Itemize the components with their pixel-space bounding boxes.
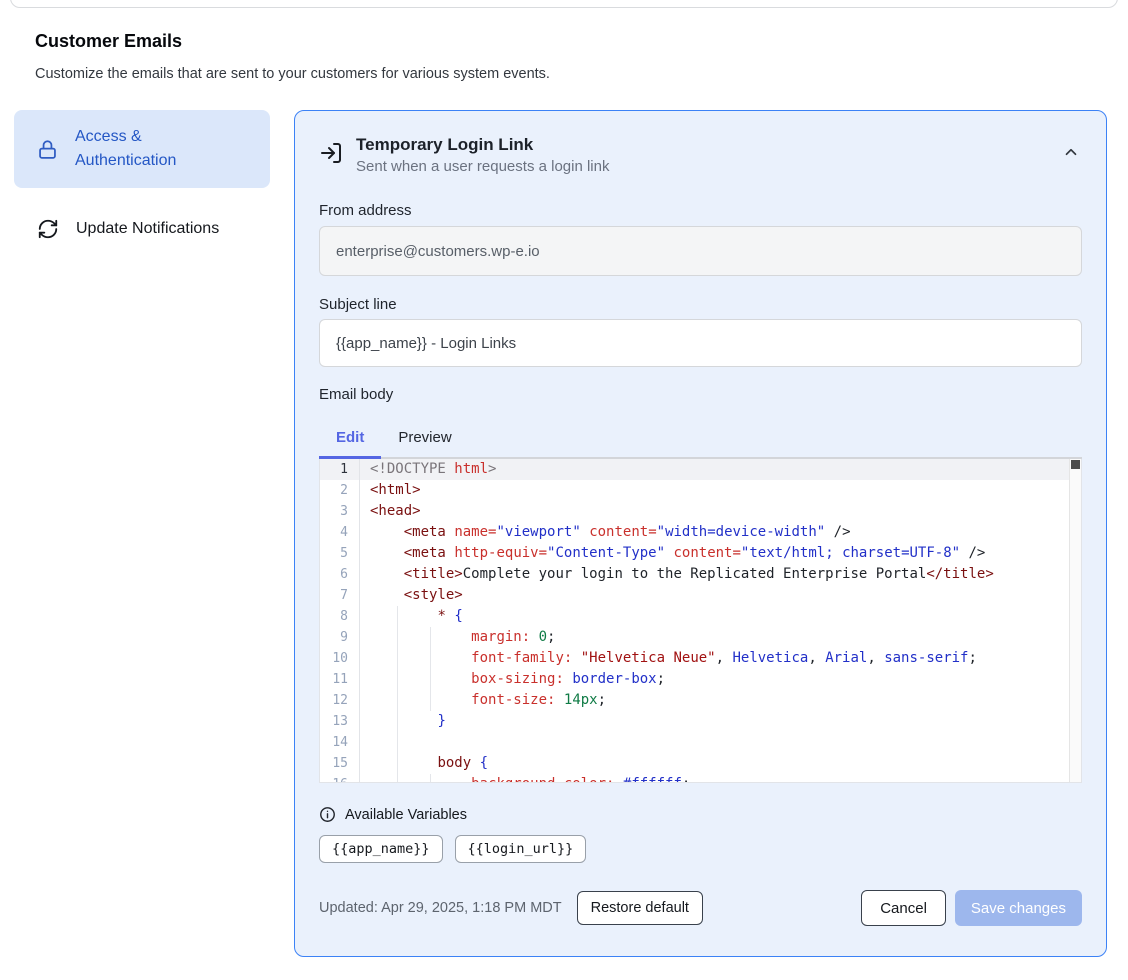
indent-guide bbox=[430, 774, 431, 783]
indent-guide bbox=[430, 669, 431, 690]
email-types-sidebar: Access & Authentication Update Notificat… bbox=[14, 110, 270, 255]
sidebar-item-access-authentication[interactable]: Access & Authentication bbox=[14, 110, 270, 188]
chevron-up-icon bbox=[1062, 143, 1080, 161]
indent-guide bbox=[397, 690, 398, 711]
code-line: 15 body { bbox=[320, 753, 1081, 774]
code-line: 3<head> bbox=[320, 501, 1081, 522]
code-line: 1<!DOCTYPE html> bbox=[320, 459, 1081, 480]
previous-card-bottom-edge bbox=[10, 0, 1118, 8]
line-number: 10 bbox=[320, 648, 360, 669]
collapse-panel-button[interactable] bbox=[1062, 143, 1080, 161]
tab-edit[interactable]: Edit bbox=[319, 419, 381, 459]
line-number: 4 bbox=[320, 522, 360, 543]
customer-emails-page: Customer Emails Customize the emails tha… bbox=[0, 0, 1128, 980]
line-number: 14 bbox=[320, 732, 360, 753]
sidebar-item-label: Access & Authentication bbox=[75, 125, 215, 173]
email-body-tabs: Edit Preview bbox=[319, 419, 1082, 459]
panel-title: Temporary Login Link bbox=[356, 135, 609, 155]
indent-guide bbox=[397, 669, 398, 690]
available-variables-label: Available Variables bbox=[345, 807, 467, 823]
variable-chip[interactable]: {{app_name}} bbox=[319, 835, 443, 863]
cancel-button[interactable]: Cancel bbox=[861, 890, 946, 926]
refresh-icon bbox=[37, 218, 59, 240]
line-number: 12 bbox=[320, 690, 360, 711]
temporary-login-link-panel: Temporary Login Link Sent when a user re… bbox=[294, 110, 1107, 957]
indent-guide bbox=[397, 711, 398, 732]
tab-preview[interactable]: Preview bbox=[381, 419, 468, 457]
variable-chips: {{app_name}} {{login_url}} bbox=[319, 835, 1082, 863]
restore-default-button[interactable]: Restore default bbox=[577, 891, 703, 925]
code-line: 4 <meta name="viewport" content="width=d… bbox=[320, 522, 1081, 543]
code-line: 11 box-sizing: border-box; bbox=[320, 669, 1081, 690]
code-line: 16 background-color: #ffffff; bbox=[320, 774, 1081, 783]
line-number: 16 bbox=[320, 774, 360, 783]
sidebar-item-update-notifications[interactable]: Update Notifications bbox=[14, 203, 270, 255]
indent-guide bbox=[397, 753, 398, 774]
code-line: 13 } bbox=[320, 711, 1081, 732]
indent-guide bbox=[397, 648, 398, 669]
line-number: 15 bbox=[320, 753, 360, 774]
from-address-label: From address bbox=[319, 202, 1082, 222]
subject-line-label: Subject line bbox=[319, 296, 1082, 316]
line-number: 13 bbox=[320, 711, 360, 732]
line-number: 5 bbox=[320, 543, 360, 564]
variable-chip[interactable]: {{login_url}} bbox=[455, 835, 587, 863]
line-number: 11 bbox=[320, 669, 360, 690]
line-number: 1 bbox=[320, 459, 360, 480]
info-icon bbox=[319, 806, 336, 823]
editor-vertical-scrollbar[interactable] bbox=[1069, 459, 1081, 782]
code-line: 5 <meta http-equiv="Content-Type" conten… bbox=[320, 543, 1081, 564]
code-line: 14 bbox=[320, 732, 1081, 753]
code-line: 2<html> bbox=[320, 480, 1081, 501]
email-body-label: Email body bbox=[319, 386, 1082, 406]
indent-guide bbox=[397, 732, 398, 753]
line-number: 2 bbox=[320, 480, 360, 501]
panel-footer: Updated: Apr 29, 2025, 1:18 PM MDT Resto… bbox=[319, 890, 1082, 926]
code-line: 10 font-family: "Helvetica Neue", Helvet… bbox=[320, 648, 1081, 669]
page-description: Customize the emails that are sent to yo… bbox=[35, 66, 550, 82]
line-number: 3 bbox=[320, 501, 360, 522]
indent-guide bbox=[397, 774, 398, 783]
available-variables-row: Available Variables bbox=[319, 806, 1082, 823]
sidebar-item-label: Update Notifications bbox=[76, 217, 219, 241]
indent-guide bbox=[430, 627, 431, 648]
indent-guide bbox=[430, 690, 431, 711]
email-body-code-editor[interactable]: 1<!DOCTYPE html>2<html>3<head>4 <meta na… bbox=[319, 459, 1082, 783]
code-line: 12 font-size: 14px; bbox=[320, 690, 1081, 711]
panel-subtitle: Sent when a user requests a login link bbox=[356, 158, 609, 175]
code-line: 9 margin: 0; bbox=[320, 627, 1081, 648]
indent-guide bbox=[397, 627, 398, 648]
code-line: 8 * { bbox=[320, 606, 1081, 627]
line-number: 7 bbox=[320, 585, 360, 606]
page-title: Customer Emails bbox=[35, 31, 182, 52]
from-address-input[interactable] bbox=[319, 226, 1082, 276]
scrollbar-thumb[interactable] bbox=[1071, 460, 1080, 469]
updated-timestamp: Updated: Apr 29, 2025, 1:18 PM MDT bbox=[319, 900, 562, 916]
code-lines: 1<!DOCTYPE html>2<html>3<head>4 <meta na… bbox=[320, 459, 1081, 783]
panel-header-text: Temporary Login Link Sent when a user re… bbox=[356, 135, 609, 175]
lock-icon bbox=[37, 139, 58, 160]
line-number: 6 bbox=[320, 564, 360, 585]
code-line: 7 <style> bbox=[320, 585, 1081, 606]
code-line: 6 <title>Complete your login to the Repl… bbox=[320, 564, 1081, 585]
log-in-icon bbox=[319, 141, 343, 175]
line-number: 9 bbox=[320, 627, 360, 648]
subject-line-input[interactable] bbox=[319, 319, 1082, 367]
indent-guide bbox=[397, 606, 398, 627]
line-number: 8 bbox=[320, 606, 360, 627]
indent-guide bbox=[430, 648, 431, 669]
save-changes-button[interactable]: Save changes bbox=[955, 890, 1082, 926]
panel-header: Temporary Login Link Sent when a user re… bbox=[319, 135, 1082, 175]
